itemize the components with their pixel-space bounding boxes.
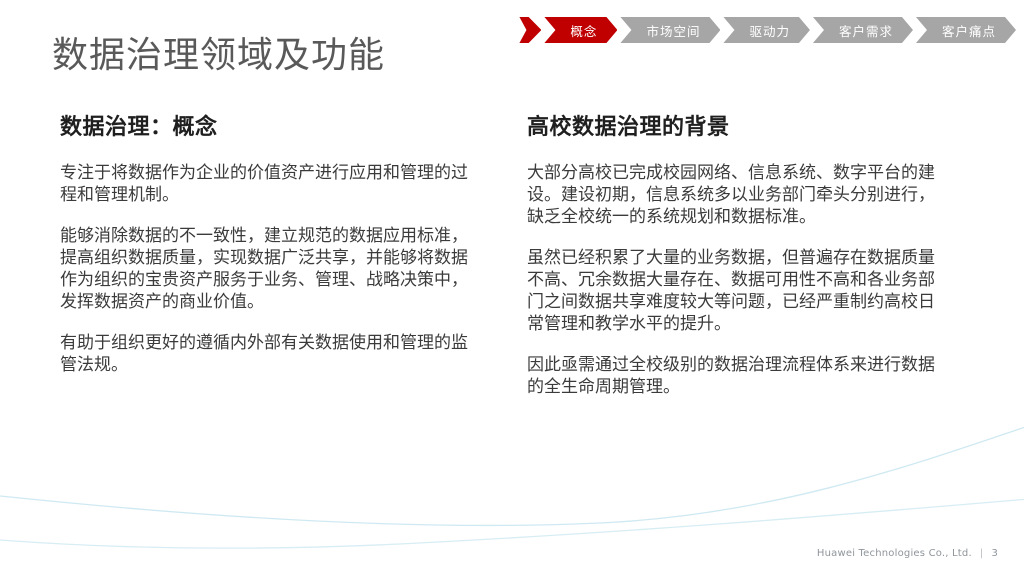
nav-item-label: 概念 [570, 23, 598, 39]
nav-item-customer-needs[interactable]: 客户需求 [813, 17, 913, 43]
right-column: 高校数据治理的背景 大部分高校已完成校园网络、信息系统、数字平台的建设。建设初期… [527, 112, 951, 398]
nav-item-market-space[interactable]: 市场空间 [620, 17, 720, 43]
nav-item-driving-force[interactable]: 驱动力 [723, 17, 810, 43]
slide-title: 数据治理领域及功能 [52, 35, 386, 76]
nav-item-label: 驱动力 [749, 23, 790, 39]
left-paragraph: 能够消除数据的不一致性，建立规范的数据应用标准，提高组织数据质量，实现数据广泛共… [60, 226, 468, 312]
right-paragraph: 大部分高校已完成校园网络、信息系统、数字平台的建设。建设初期，信息系统多以业务部… [527, 163, 935, 227]
footer-page-number: 3 [991, 548, 998, 559]
left-paragraph: 有助于组织更好的遵循内外部有关数据使用和管理的监管法规。 [60, 333, 468, 375]
nav-item-label: 市场空间 [646, 23, 701, 39]
chevron-lead-icon [519, 17, 542, 43]
nav-item-label: 客户痛点 [941, 23, 996, 39]
left-column-heading: 数据治理：概念 [60, 115, 218, 140]
footer-company: Huawei Technologies Co., Ltd. [816, 548, 972, 559]
right-paragraph: 虽然已经积累了大量的业务数据，但普遍存在数据质量不高、冗余数据大量存在、数据可用… [527, 248, 935, 334]
right-paragraph: 因此亟需通过全校级别的数据治理流程体系来进行数据的全生命周期管理。 [527, 355, 935, 397]
left-paragraph: 专注于将数据作为企业的价值资产进行应用和管理的过程和管理机制。 [60, 163, 468, 205]
left-column: 数据治理：概念 专注于将数据作为企业的价值资产进行应用和管理的过程和管理机制。 … [60, 112, 484, 376]
right-column-heading: 高校数据治理的背景 [527, 115, 730, 140]
slide-footer: Huawei Technologies Co., Ltd. | 3 [817, 548, 998, 559]
slide-canvas: 数据治理领域及功能 概念 市场空间 驱动力 客户需求 客户痛点 数据治理：概念 … [0, 0, 1024, 576]
footer-separator: | [979, 548, 984, 559]
section-nav: 概念 市场空间 驱动力 客户需求 客户痛点 [519, 17, 1016, 43]
nav-item-label: 客户需求 [838, 23, 893, 39]
nav-item-concept[interactable]: 概念 [544, 17, 617, 43]
nav-item-customer-pain-points[interactable]: 客户痛点 [916, 17, 1016, 43]
